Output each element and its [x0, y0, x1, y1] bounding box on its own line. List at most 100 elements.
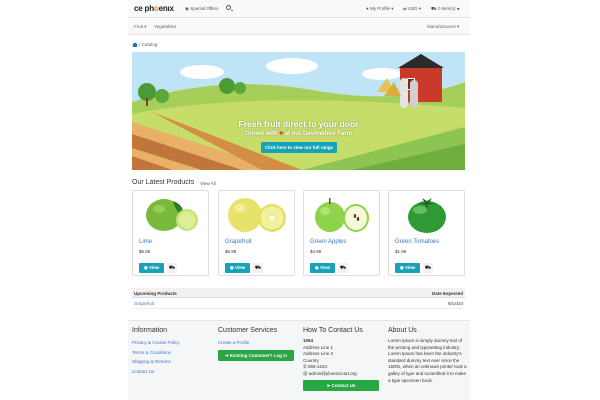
chevron-down-icon: ▾: [418, 6, 422, 11]
product-name[interactable]: Lime: [139, 239, 152, 245]
about-text: Lorem Ipsum is simply dummy text of the …: [388, 338, 467, 383]
view-button-label: View: [405, 265, 416, 270]
tag-icon: ◉: [185, 6, 189, 11]
email-address: @ admin@phoenixcart.org: [303, 371, 383, 378]
banner-subtitle-start: Grown with: [245, 131, 278, 137]
nav-fruit-label: Fruit: [134, 24, 143, 29]
footer-customer-services: Customer Services Create a Profile ➜ Exi…: [218, 327, 298, 361]
search-icon[interactable]: [226, 5, 231, 10]
product-name[interactable]: Grapefruit: [225, 239, 252, 245]
email-value: admin@phoenixcart.org: [308, 370, 357, 376]
product-card-lime: Lime $6.65 ◉ View ⛟: [132, 190, 209, 276]
table-row: Grapefruit 9/14/24: [132, 299, 465, 309]
contact-us-button[interactable]: ➤ Contact Us: [303, 379, 379, 391]
add-to-cart-icon[interactable]: ⛟: [423, 263, 433, 273]
login-button-label: Existing Customer? Log in: [229, 352, 288, 358]
chevron-down-icon: ▾: [144, 24, 147, 29]
phone-value: 555-1234: [308, 364, 328, 370]
lime-image[interactable]: [139, 195, 203, 235]
view-all-link[interactable]: View All: [200, 181, 216, 186]
currency-menu[interactable]: ⇄ USD ▾: [403, 6, 421, 12]
cart-menu[interactable]: ⛟ 0 item(s) ▾: [431, 6, 460, 13]
product-card-green-tomatoes: Green Tomatoes $1.99 ◉ View ⛟: [388, 190, 465, 276]
cart-icon: ⛟: [431, 6, 437, 11]
add-to-cart-icon[interactable]: ⛟: [167, 263, 177, 273]
chevron-down-icon: ▾: [456, 6, 460, 11]
banner-subtitle: Grown with ♥ at our Devonshire Farm: [132, 131, 465, 137]
phone-number: ✆ 555-1234: [303, 364, 383, 371]
add-to-cart-icon[interactable]: ⛟: [253, 263, 263, 273]
cart-label: 0 item(s): [437, 6, 456, 11]
footer-customer-heading: Customer Services: [218, 327, 278, 334]
product-card-green-apples: Green Apples $4.99 ◉ View ⛟: [303, 190, 380, 276]
product-price: $6.65: [139, 249, 151, 254]
contact-link[interactable]: Contact Us: [132, 369, 212, 374]
footer-information-heading: Information: [132, 327, 168, 334]
breadcrumb: / Catalog: [132, 42, 158, 48]
view-product-button[interactable]: ◉ View: [225, 263, 250, 273]
product-card-grapefruit: Grapefruit $6.99 ◉ View ⛟: [218, 190, 295, 276]
view-button-label: View: [235, 265, 246, 270]
grapefruit-image[interactable]: [225, 195, 289, 235]
view-product-button[interactable]: ◉ View: [395, 263, 420, 273]
my-profile-label: My Profile: [369, 6, 390, 11]
my-profile-menu[interactable]: ● My Profile ▾: [366, 6, 394, 12]
footer: Information Privacy & Cookie Policy Term…: [128, 320, 470, 400]
upcoming-date: 9/14/24: [447, 301, 463, 306]
upcoming-col-product: Upcoming Products: [134, 290, 177, 296]
green-apples-image[interactable]: [310, 195, 374, 235]
currency-label: USD: [408, 6, 418, 11]
home-icon[interactable]: [132, 42, 138, 48]
category-nav: Fruit ▾ Vegetables Manufacturers ▾: [128, 19, 470, 35]
banner-title: Fresh fruit direct to your door: [238, 119, 359, 129]
view-range-button[interactable]: Click here to view our full range: [261, 142, 337, 153]
upcoming-col-date: Date Expected: [431, 290, 463, 296]
chevron-down-icon: ▾: [457, 24, 460, 29]
footer-information: Information Privacy & Cookie Policy Term…: [132, 327, 212, 378]
hero-banner[interactable]: Fresh fruit direct to your door Grown wi…: [132, 52, 465, 170]
nav-manufacturers[interactable]: Manufacturers ▾: [427, 24, 459, 30]
product-name[interactable]: Green Apples: [310, 239, 346, 245]
logo-text-suffix: enıx: [158, 4, 174, 13]
view-product-button[interactable]: ◉ View: [139, 263, 164, 273]
special-offers-label: Special Offers: [190, 6, 219, 11]
nav-fruit[interactable]: Fruit ▾: [134, 24, 147, 30]
product-price: $1.99: [395, 249, 407, 254]
terms-link[interactable]: Terms & Conditions: [132, 350, 212, 355]
green-tomatoes-image[interactable]: [395, 195, 459, 235]
nav-vegetables[interactable]: Vegetables: [154, 24, 176, 29]
login-button[interactable]: ➜ Existing Customer? Log in: [218, 349, 294, 361]
upcoming-table-header: Upcoming Products Date Expected: [132, 288, 465, 298]
upcoming-product-link[interactable]: Grapefruit: [134, 301, 154, 306]
create-profile-link[interactable]: Create a Profile: [218, 340, 298, 345]
view-button-label: View: [320, 265, 331, 270]
breadcrumb-separator: /: [139, 42, 141, 47]
top-bar: ce phoenıx ◉ Special Offers ● My Profile…: [128, 0, 470, 18]
product-price: $4.99: [310, 249, 322, 254]
nav-manufacturers-label: Manufacturers: [427, 24, 456, 29]
special-offers-link[interactable]: ◉ Special Offers: [185, 6, 218, 12]
logo[interactable]: ce phoenıx: [134, 4, 174, 13]
privacy-link[interactable]: Privacy & Cookie Policy: [132, 340, 212, 345]
footer-about: About Us Lorem Ipsum is simply dummy tex…: [388, 327, 468, 384]
company-name: 1054: [303, 338, 314, 343]
address-line-2: Address Line 2: [303, 351, 334, 357]
contact-us-label: Contact Us: [331, 382, 356, 388]
banner-subtitle-end: at our Devonshire Farm: [284, 131, 352, 137]
logo-text-prefix: ce ph: [134, 4, 154, 13]
heart-icon: ♥: [279, 131, 283, 137]
breadcrumb-current: Catalog: [141, 42, 158, 47]
footer-about-heading: About Us: [388, 327, 417, 334]
chevron-down-icon: ▾: [391, 6, 394, 11]
currency-icon: ⇄: [403, 6, 407, 11]
address-country: Country: [303, 357, 319, 363]
product-name[interactable]: Green Tomatoes: [395, 239, 439, 245]
product-price: $6.99: [225, 249, 237, 254]
footer-contact-heading: How To Contact Us: [303, 327, 363, 334]
view-product-button[interactable]: ◉ View: [310, 263, 335, 273]
shipping-link[interactable]: Shipping & Returns: [132, 359, 212, 364]
add-to-cart-icon[interactable]: ⛟: [338, 263, 348, 273]
footer-contact: How To Contact Us 1054 Address Line 1 Ad…: [303, 327, 383, 391]
page: ce phoenıx ◉ Special Offers ● My Profile…: [128, 0, 470, 400]
latest-products-heading: Our Latest Products: [132, 179, 195, 186]
